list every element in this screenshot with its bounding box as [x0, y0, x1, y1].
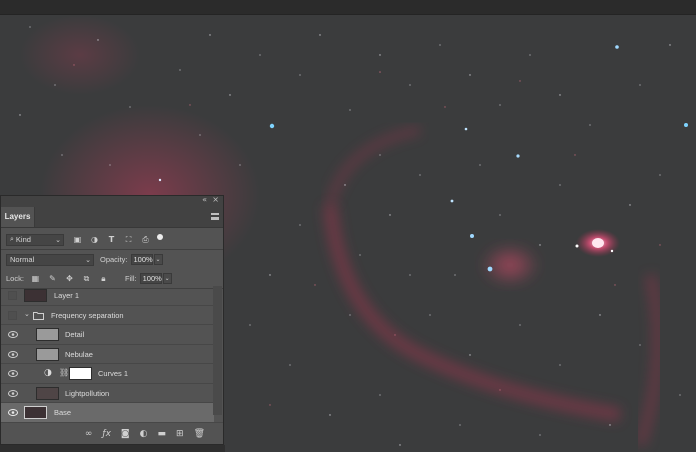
- link-icon[interactable]: ⛓: [59, 368, 69, 377]
- add-mask-icon[interactable]: ◙: [121, 429, 130, 439]
- layer-thumbnail: [36, 328, 59, 341]
- filter-row: ⌕ Kind ⌄ ▣ ◑ T ⛶ ⎙: [1, 230, 223, 249]
- layer-row-lightpollution[interactable]: Lightpollution: [1, 384, 214, 403]
- eye-icon[interactable]: [8, 370, 18, 377]
- layer-name: Layer 1: [54, 291, 80, 300]
- filter-toggle-icon[interactable]: [157, 234, 163, 240]
- folder-icon: [33, 311, 44, 320]
- fill-chevron-icon[interactable]: ⌄: [162, 273, 172, 284]
- chevron-down-icon[interactable]: ⌄: [24, 310, 30, 318]
- layer-row-layer-1[interactable]: Layer 1: [1, 286, 214, 306]
- opacity-chevron-icon[interactable]: ⌄: [153, 254, 163, 265]
- new-adjustment-layer-icon[interactable]: ◐: [140, 429, 148, 439]
- panel-footer: ∞ ƒx ◙ ◐ ▬ ⊞ 🗑︎: [1, 422, 223, 444]
- close-panel-icon[interactable]: ×: [212, 195, 219, 204]
- image-filter-icon[interactable]: ▣: [72, 235, 83, 245]
- layer-name: Lightpollution: [65, 388, 110, 398]
- lock-image-pixels-icon[interactable]: ✎: [47, 274, 58, 284]
- opacity-label: Opacity:: [100, 255, 128, 264]
- kind-filter-label: Kind: [15, 235, 31, 244]
- layer-mask-thumbnail: [69, 367, 92, 380]
- shape-filter-icon[interactable]: ⛶: [123, 235, 134, 245]
- blend-row: Normal ⌄ Opacity: 100% ⌄: [1, 250, 223, 269]
- layers-panel: « × Layers ⌕ Kind ⌄ ▣ ◑ T ⛶ ⎙ Normal ⌄ O…: [0, 195, 224, 445]
- layer-thumbnail: [36, 386, 59, 400]
- kind-filter-dropdown[interactable]: ⌕ Kind ⌄: [6, 233, 64, 246]
- new-layer-icon[interactable]: ⊞: [176, 429, 184, 439]
- type-filter-icon[interactable]: T: [106, 235, 117, 245]
- panel-menu-icon[interactable]: [211, 213, 219, 220]
- layer-thumbnail: [24, 289, 47, 302]
- search-icon: ⌕: [10, 235, 14, 243]
- layer-name: Base: [54, 408, 72, 417]
- layer-thumbnail: [24, 406, 47, 419]
- top-bar: [0, 0, 696, 15]
- visibility-toggle-off[interactable]: [8, 310, 17, 320]
- new-group-icon[interactable]: ▬: [158, 429, 167, 439]
- layer-name: Nebulae: [65, 349, 93, 359]
- chevron-down-icon: ⌄: [55, 235, 61, 244]
- lock-artboard-icon[interactable]: ⧉: [81, 274, 92, 284]
- eye-icon[interactable]: [8, 331, 18, 338]
- opacity-input[interactable]: 100%: [130, 254, 153, 265]
- panel-header-strip: « ×: [1, 195, 223, 205]
- layer-name: Detail: [65, 330, 85, 339]
- lock-transparent-pixels-icon[interactable]: ▦: [30, 274, 41, 284]
- lock-label: Lock:: [6, 274, 24, 283]
- layer-row-nebulae[interactable]: Nebulae: [1, 345, 214, 364]
- layer-row-base[interactable]: Base: [1, 403, 214, 423]
- layer-thumbnail: [36, 347, 59, 361]
- bottom-strip: [0, 445, 225, 452]
- collapse-panel-icon[interactable]: «: [202, 195, 207, 204]
- fill-label: Fill:: [124, 274, 137, 283]
- blend-mode-dropdown[interactable]: Normal ⌄: [6, 253, 94, 266]
- blend-mode-value: Normal: [10, 255, 35, 264]
- panel-tab-row: Layers: [1, 205, 223, 228]
- layer-list: Layer 1 ⌄ Frequency separation Detail Ne…: [1, 286, 214, 423]
- visibility-toggle-off[interactable]: [8, 291, 17, 300]
- adjustment-layer-icon: ◑: [44, 368, 52, 378]
- lock-position-icon[interactable]: ✥: [64, 274, 75, 284]
- layer-name: Curves 1: [98, 369, 129, 378]
- layer-name: Frequency separation: [51, 310, 124, 320]
- eye-icon[interactable]: [8, 409, 18, 416]
- layer-row-frequency-separation[interactable]: ⌄ Frequency separation: [1, 306, 214, 325]
- tab-layers[interactable]: Layers: [1, 207, 35, 227]
- smart-object-filter-icon[interactable]: ⎙: [140, 235, 151, 245]
- delete-layer-icon[interactable]: 🗑︎: [194, 429, 205, 439]
- layer-row-curves-1[interactable]: ◑ ⛓ Curves 1: [1, 364, 214, 384]
- eye-icon[interactable]: [8, 389, 18, 397]
- layer-list-scrollbar[interactable]: [213, 286, 222, 415]
- lock-all-icon[interactable]: 🔒︎: [98, 274, 109, 284]
- adjustment-filter-icon[interactable]: ◑: [89, 235, 100, 245]
- layer-row-detail[interactable]: Detail: [1, 325, 214, 345]
- eye-icon[interactable]: [8, 350, 18, 358]
- fill-input[interactable]: 100%: [139, 273, 162, 284]
- chevron-down-icon: ⌄: [85, 255, 91, 264]
- link-layers-icon[interactable]: ∞: [85, 429, 93, 439]
- layer-style-icon[interactable]: ƒx: [102, 429, 111, 439]
